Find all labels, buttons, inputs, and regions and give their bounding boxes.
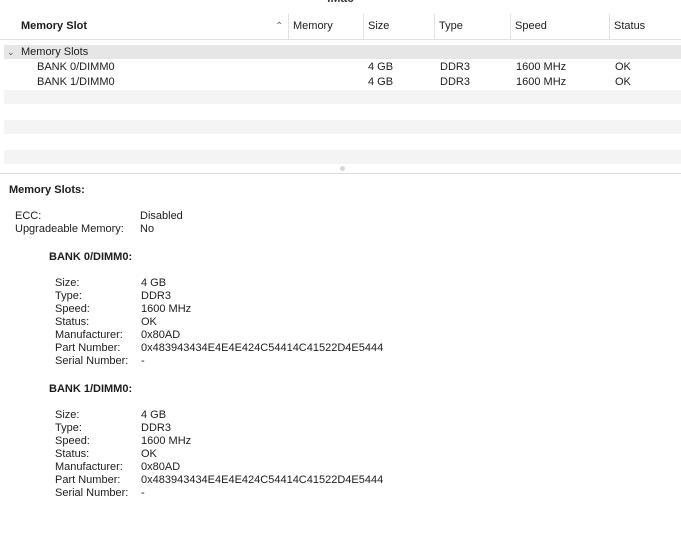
field-label: Part Number: (55, 474, 121, 486)
field-label: Type: (55, 290, 82, 302)
field-label: Status: (55, 448, 90, 460)
field-value: - (141, 487, 145, 499)
bank-title: BANK 1/DIMM0: (49, 383, 133, 395)
empty-row (4, 135, 681, 149)
detail-heading: Memory Slots: (9, 184, 85, 196)
bank-title: BANK 0/DIMM0: (49, 251, 133, 263)
empty-row (4, 90, 681, 104)
field-value: 1600 MHz (141, 435, 192, 447)
field-label: Type: (55, 422, 82, 434)
table-row[interactable]: BANK 0/DIMM0 4 GB DDR3 1600 MHz OK (4, 60, 681, 74)
field-value: 0x80AD (141, 461, 181, 473)
column-header-status[interactable]: Status (609, 14, 681, 39)
field-value: 1600 MHz (141, 303, 192, 315)
ecc-value: Disabled (140, 210, 183, 222)
cell-size: 4 GB (368, 61, 394, 73)
field-value: 4 GB (141, 277, 167, 289)
field-label: Manufacturer: (55, 329, 123, 341)
group-row-memory-slots[interactable]: ⌄ Memory Slots (4, 45, 681, 59)
memory-table: Memory Slot ⌃ Memory Size Type Speed Sta… (0, 0, 681, 165)
field-value: 0x483943434E4E4E424C54414C41522D4E5444 (141, 474, 384, 486)
field-value: OK (141, 316, 157, 328)
field-value: 0x80AD (141, 329, 181, 341)
empty-row (4, 105, 681, 119)
divider-grip-icon[interactable] (340, 166, 345, 171)
cell-slot: BANK 1/DIMM0 (37, 76, 115, 88)
empty-row (4, 150, 681, 164)
field-label: Status: (55, 316, 90, 328)
cell-status: OK (615, 61, 631, 73)
chevron-up-icon[interactable]: ⌃ (275, 14, 283, 39)
table-row[interactable]: BANK 1/DIMM0 4 GB DDR3 1600 MHz OK (4, 75, 681, 89)
column-header-type[interactable]: Type (434, 14, 510, 39)
upgradeable-label: Upgradeable Memory: (15, 223, 124, 235)
column-header-memory[interactable]: Memory (288, 14, 363, 39)
cell-speed: 1600 MHz (516, 61, 567, 73)
field-label: Size: (55, 409, 80, 421)
field-label: Serial Number: (55, 355, 129, 367)
field-value: DDR3 (141, 422, 171, 434)
upgradeable-value: No (140, 223, 155, 235)
column-header-size[interactable]: Size (363, 14, 434, 39)
field-label: Serial Number: (55, 487, 129, 499)
field-value: DDR3 (141, 290, 171, 302)
column-header-memory-slot[interactable]: Memory Slot (21, 14, 287, 39)
cell-status: OK (615, 76, 631, 88)
field-value: - (141, 355, 145, 367)
field-label: Speed: (55, 435, 90, 447)
empty-row (4, 120, 681, 134)
field-value: OK (141, 448, 157, 460)
group-label: Memory Slots (21, 46, 89, 58)
field-label: Manufacturer: (55, 461, 123, 473)
field-value: 4 GB (141, 409, 167, 421)
cell-speed: 1600 MHz (516, 76, 567, 88)
cell-size: 4 GB (368, 76, 394, 88)
split-view-divider[interactable] (0, 165, 681, 174)
table-header: Memory Slot ⌃ Memory Size Type Speed Sta… (0, 14, 681, 40)
field-label: Speed: (55, 303, 90, 315)
chevron-down-icon[interactable]: ⌄ (7, 45, 15, 59)
field-value: 0x483943434E4E4E424C54414C41522D4E5444 (141, 342, 384, 354)
detail-pane: Memory Slots: ECC: Disabled Upgradeable … (0, 174, 681, 550)
field-label: Size: (55, 277, 80, 289)
cell-type: DDR3 (440, 61, 470, 73)
cell-slot: BANK 0/DIMM0 (37, 61, 115, 73)
ecc-label: ECC: (15, 210, 42, 222)
cell-type: DDR3 (440, 76, 470, 88)
field-label: Part Number: (55, 342, 121, 354)
column-header-speed[interactable]: Speed (510, 14, 609, 39)
